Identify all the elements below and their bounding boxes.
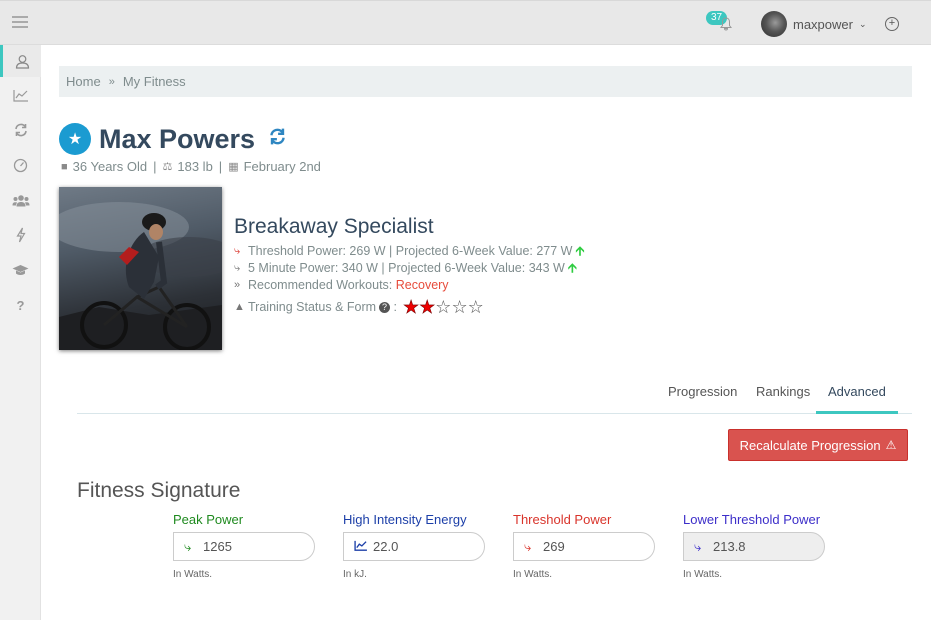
arrow-up-icon: 🡩 bbox=[575, 244, 585, 258]
bolt-icon: ⤷ bbox=[234, 262, 241, 274]
page-title: Max Powers bbox=[99, 123, 256, 154]
star-empty-icon: ☆ bbox=[435, 297, 452, 317]
workouts-label: Recommended Workouts: bbox=[248, 278, 393, 292]
arrow-up-icon: 🡩 bbox=[567, 261, 577, 275]
field-hint: In kJ. bbox=[343, 569, 367, 580]
bell-icon bbox=[720, 17, 732, 31]
username: maxpower bbox=[793, 16, 853, 32]
training-label: Training Status & Form bbox=[248, 300, 377, 314]
training-row: ▲ Training Status & Form ? : ★★☆☆☆ bbox=[234, 297, 584, 317]
field-value: 22.0 bbox=[373, 539, 399, 554]
avatar bbox=[761, 11, 787, 37]
chevron-down-icon: ⌄ bbox=[858, 18, 867, 29]
bolt-icon: ⤷ bbox=[694, 538, 702, 554]
workouts-row: » Recommended Workouts: Recovery bbox=[234, 277, 584, 294]
breadcrumb-home[interactable]: Home bbox=[66, 74, 101, 89]
balance-scale-icon: ⚖ bbox=[162, 161, 173, 173]
profile-photo bbox=[59, 187, 222, 350]
breadcrumb-current: My Fitness bbox=[122, 74, 186, 89]
lower-threshold-power-field: Lower Threshold Power ⤷ 213.8 In Watts. bbox=[683, 512, 825, 580]
bolt-icon: ⤷ bbox=[524, 538, 532, 554]
tab-advanced[interactable]: Advanced bbox=[816, 384, 898, 414]
training-stars: ★★☆☆☆ bbox=[403, 297, 484, 317]
double-chevron-right-icon: » bbox=[234, 279, 241, 291]
weight: 183 lb bbox=[177, 159, 213, 174]
refresh-profile-icon[interactable] bbox=[269, 128, 286, 151]
user-icon[interactable] bbox=[0, 45, 41, 77]
threshold-text: Threshold Power: 269 W | Projected 6-Wee… bbox=[248, 244, 573, 258]
bolt-icon: ⤷ bbox=[184, 538, 192, 554]
age: 36 Years Old bbox=[72, 159, 148, 174]
user-icon: ■ bbox=[61, 160, 68, 173]
warning-icon: ⚠ bbox=[885, 438, 897, 452]
field-value: 1265 bbox=[203, 539, 232, 554]
help-icon[interactable]: ? bbox=[379, 302, 391, 313]
lower-threshold-power-input[interactable]: ⤷ 213.8 bbox=[683, 532, 825, 561]
tab-bar: Progression Rankings Advanced bbox=[77, 378, 912, 414]
section-title: Fitness Signature bbox=[77, 479, 241, 502]
five-min-row: ⤷ 5 Minute Power: 340 W | Projected 6-We… bbox=[234, 260, 584, 277]
gauge-icon[interactable] bbox=[0, 149, 41, 181]
threshold-power-input[interactable]: ⤷ 269 bbox=[513, 532, 655, 561]
separator: | bbox=[153, 159, 157, 174]
chevron-right-icon: » bbox=[108, 75, 115, 88]
high-intensity-energy-input[interactable]: 22.0 bbox=[343, 532, 485, 561]
star-empty-icon: ☆ bbox=[451, 297, 468, 317]
top-bar: 37 maxpower ⌄ + bbox=[0, 0, 931, 45]
chart-line-icon bbox=[354, 539, 373, 554]
main-content: Home » My Fitness ★ Max Powers ■ 36 Year… bbox=[41, 45, 931, 620]
profile-meta: ■ 36 Years Old | ⚖ 183 lb | ▦ February 2… bbox=[61, 159, 321, 174]
field-hint: In Watts. bbox=[513, 569, 553, 580]
star-filled-icon: ★ bbox=[419, 297, 436, 317]
field-label: Threshold Power bbox=[513, 512, 612, 527]
field-hint: In Watts. bbox=[173, 569, 213, 580]
hamburger-menu-icon[interactable] bbox=[12, 16, 28, 30]
tab-progression[interactable]: Progression bbox=[668, 384, 737, 414]
colon: : bbox=[390, 300, 398, 314]
users-icon[interactable] bbox=[0, 184, 41, 216]
field-value: 269 bbox=[543, 539, 565, 554]
field-label: Lower Threshold Power bbox=[683, 512, 821, 527]
threshold-row: ⤷ Threshold Power: 269 W | Projected 6-W… bbox=[234, 243, 584, 260]
breadcrumb: Home » My Fitness bbox=[59, 66, 912, 97]
power-stats: ⤷ Threshold Power: 269 W | Projected 6-W… bbox=[234, 243, 584, 316]
peak-power-field: Peak Power ⤷ 1265 In Watts. bbox=[173, 512, 315, 580]
star-filled-icon: ★ bbox=[403, 297, 420, 317]
birthday: February 2nd bbox=[243, 159, 321, 174]
graduation-cap-icon[interactable] bbox=[0, 254, 41, 286]
high-intensity-energy-field: High Intensity Energy 22.0 In kJ. bbox=[343, 512, 485, 580]
rider-type: Breakaway Specialist bbox=[234, 215, 434, 238]
star-badge-icon: ★ bbox=[59, 123, 91, 155]
user-menu[interactable]: maxpower ⌄ bbox=[761, 11, 867, 37]
notifications-button[interactable]: 37 bbox=[706, 11, 738, 37]
bolt-icon: ⤷ bbox=[234, 245, 241, 257]
star-empty-icon: ☆ bbox=[467, 297, 484, 317]
recalculate-button[interactable]: Recalculate Progression ⚠ bbox=[728, 429, 908, 461]
sidebar: ? bbox=[0, 45, 41, 620]
field-hint: In Watts. bbox=[683, 569, 723, 580]
workouts-link[interactable]: Recovery bbox=[396, 277, 449, 294]
question-icon[interactable]: ? bbox=[0, 289, 41, 321]
separator: | bbox=[218, 159, 223, 174]
bolt-icon[interactable] bbox=[0, 219, 41, 251]
field-label: High Intensity Energy bbox=[343, 512, 467, 527]
five-min-text: 5 Minute Power: 340 W | Projected 6-Week… bbox=[248, 261, 565, 275]
profile-title: ★ Max Powers bbox=[59, 123, 286, 155]
field-value: 213.8 bbox=[713, 539, 746, 554]
chart-line-icon[interactable] bbox=[0, 79, 41, 111]
threshold-power-field: Threshold Power ⤷ 269 In Watts. bbox=[513, 512, 655, 580]
calendar-icon: ▦ bbox=[228, 161, 239, 173]
recalculate-label: Recalculate Progression bbox=[739, 437, 881, 453]
field-label: Peak Power bbox=[173, 512, 244, 527]
road-icon: ▲ bbox=[234, 301, 245, 313]
tab-rankings[interactable]: Rankings bbox=[756, 384, 810, 414]
add-circle-icon[interactable]: + bbox=[885, 17, 899, 31]
refresh-icon[interactable] bbox=[0, 114, 41, 146]
peak-power-input[interactable]: ⤷ 1265 bbox=[173, 532, 315, 561]
